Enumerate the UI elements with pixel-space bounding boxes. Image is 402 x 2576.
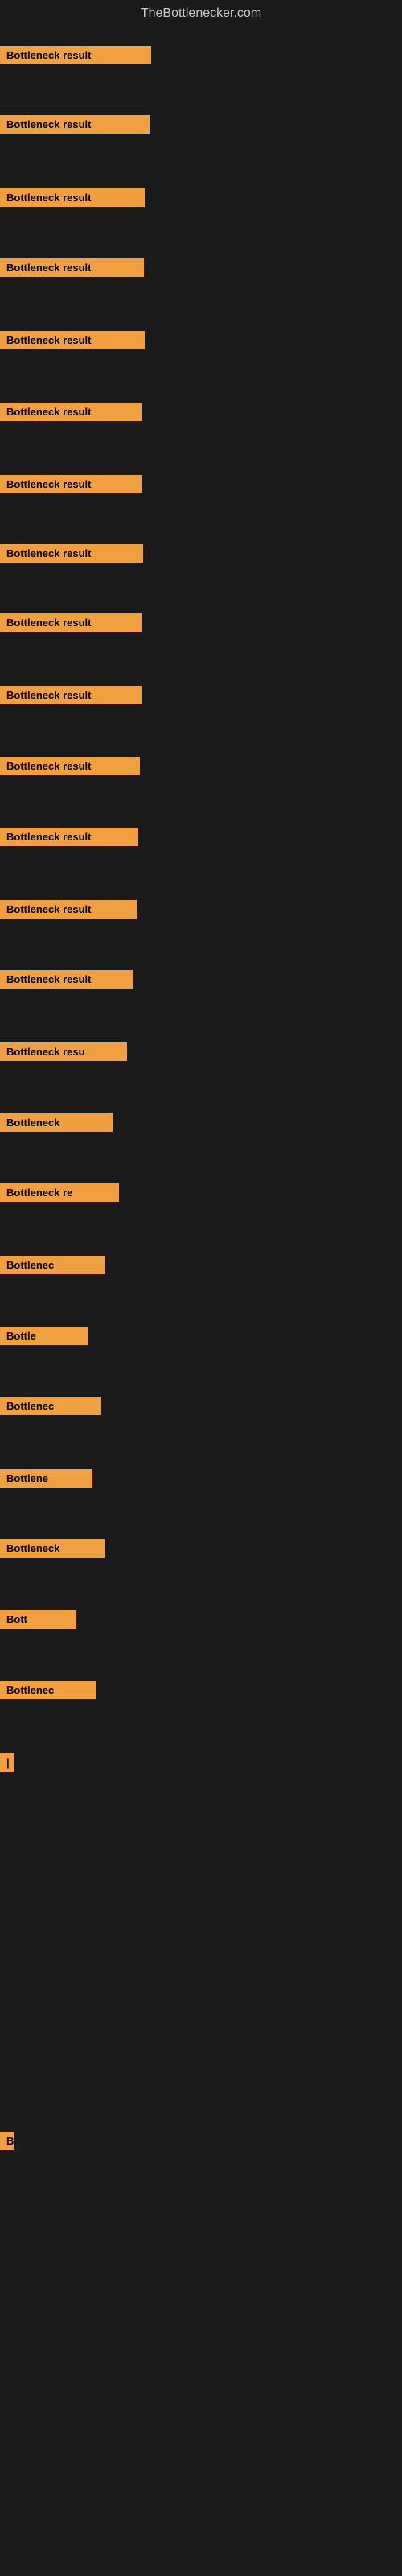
bottleneck-result-item: Bottleneck <box>0 1113 113 1132</box>
bottleneck-result-item: B <box>0 2132 14 2150</box>
site-title: TheBottlenecker.com <box>0 0 402 27</box>
bottleneck-result-item: Bottleneck result <box>0 544 143 563</box>
bottleneck-result-item: Bottleneck result <box>0 686 142 704</box>
bottleneck-result-item: Bottleneck result <box>0 757 140 775</box>
bottleneck-result-item: Bottleneck <box>0 1539 105 1558</box>
bottleneck-result-item: Bottleneck result <box>0 258 144 277</box>
bottleneck-result-item: Bottleneck resu <box>0 1042 127 1061</box>
bottleneck-result-item: Bottleneck re <box>0 1183 119 1202</box>
bottleneck-result-item: Bottleneck result <box>0 828 138 846</box>
bottleneck-result-item: Bottleneck result <box>0 46 151 64</box>
bottleneck-result-item: Bottleneck result <box>0 331 145 349</box>
bottleneck-result-item: Bottleneck result <box>0 970 133 989</box>
bottleneck-result-item: Bottleneck result <box>0 900 137 919</box>
bottleneck-result-item: Bottlenec <box>0 1681 96 1699</box>
bottleneck-result-item: | <box>0 1753 14 1772</box>
bottleneck-result-item: Bottle <box>0 1327 88 1345</box>
bottleneck-result-item: Bottleneck result <box>0 115 150 134</box>
bottleneck-result-item: Bottlene <box>0 1469 92 1488</box>
bottleneck-result-item: Bottlenec <box>0 1397 100 1415</box>
bottleneck-result-item: Bottleneck result <box>0 613 142 632</box>
bottleneck-result-item: Bott <box>0 1610 76 1629</box>
bottleneck-result-item: Bottlenec <box>0 1256 105 1274</box>
bottleneck-result-item: Bottleneck result <box>0 188 145 207</box>
bottleneck-result-item: Bottleneck result <box>0 402 142 421</box>
bottleneck-result-item: Bottleneck result <box>0 475 142 493</box>
